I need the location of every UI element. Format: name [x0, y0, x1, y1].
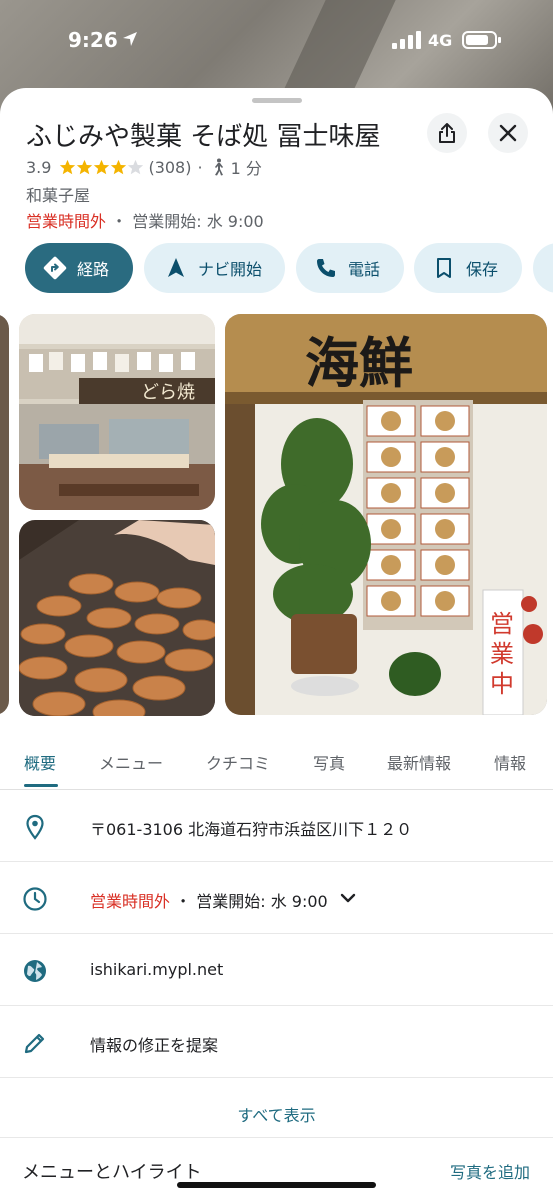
action-chips: 経路 ナビ開始 電話 保存	[25, 243, 553, 295]
tab-overview[interactable]: 概要	[24, 750, 56, 774]
share-button[interactable]	[427, 113, 467, 153]
home-indicator[interactable]	[177, 1182, 376, 1188]
tab-menu[interactable]: メニュー	[99, 750, 163, 774]
status-time: 9:26	[68, 28, 118, 52]
battery-icon	[462, 31, 501, 49]
suggest-edit-row[interactable]: 情報の修正を提案	[0, 1006, 553, 1078]
hours-row[interactable]: 営業時間外 ・ 営業開始: 水 9:00	[0, 862, 553, 934]
sheet-grabber[interactable]	[252, 98, 302, 103]
dorayaki-sign: どら焼	[141, 382, 195, 403]
website-link[interactable]: ishikari.mypl.net	[90, 960, 223, 979]
hours-summary[interactable]: 営業時間外 ・ 営業開始: 水 9:00	[26, 208, 264, 232]
photo-dorayaki[interactable]	[19, 520, 215, 716]
network-type: 4G	[428, 31, 453, 50]
tab-photos[interactable]: 写真	[313, 750, 345, 774]
open-sign: 営	[490, 610, 514, 638]
photo-shop-interior[interactable]: どら焼	[19, 314, 215, 510]
walk-time: 1 分	[230, 159, 262, 178]
shop-interior-image: どら焼	[19, 314, 215, 510]
star-icon	[60, 159, 76, 174]
navigate-button[interactable]: ナビ開始	[144, 243, 285, 293]
close-button[interactable]	[488, 113, 528, 153]
tab-updates[interactable]: 最新情報	[387, 750, 451, 774]
route-button[interactable]: 経路	[25, 243, 133, 293]
photo-storefront[interactable]: 海鮮 営 業 中	[225, 314, 547, 715]
call-label: 電話	[348, 260, 381, 279]
clock-icon	[23, 887, 47, 911]
chevron-down-icon[interactable]	[340, 892, 356, 904]
address-row[interactable]: 〒061-3106 北海道石狩市浜益区川下１２０	[0, 790, 553, 862]
open-sign-char: 業	[490, 640, 514, 668]
hours-text: 営業時間外 ・ 営業開始: 水 9:00	[90, 888, 328, 912]
section-title: メニューとハイライト	[22, 1162, 202, 1183]
star-icon	[77, 159, 93, 174]
hours-opening: 営業開始: 水 9:00	[196, 892, 328, 911]
separator-dot: ・	[175, 892, 192, 911]
share-icon	[439, 123, 455, 143]
star-icon	[94, 159, 110, 174]
navigate-label: ナビ開始	[198, 260, 263, 279]
star-icon	[111, 159, 127, 174]
directions-icon	[43, 256, 67, 280]
globe-icon	[24, 960, 46, 982]
location-arrow-icon	[123, 32, 137, 46]
open-sign-char: 中	[490, 670, 514, 698]
rating-row[interactable]: 3.9 (308) · 1 分	[26, 155, 262, 179]
bookmark-icon	[437, 258, 451, 278]
photo-gallery: どら焼 海鮮 営 業 中	[0, 314, 553, 716]
save-button[interactable]: 保存	[414, 243, 522, 293]
address-text: 〒061-3106 北海道石狩市浜益区川下１２０	[90, 820, 413, 839]
suggest-edit-text: 情報の修正を提案	[90, 1036, 219, 1055]
separator-dot: ·	[197, 157, 203, 177]
navigation-arrow-icon	[168, 258, 184, 277]
rating-value: 3.9	[26, 157, 52, 177]
place-category: 和菓子屋	[26, 186, 91, 205]
storefront-image: 海鮮 営 業 中	[225, 314, 547, 715]
save-label: 保存	[466, 260, 499, 279]
phone-icon	[317, 259, 335, 277]
closed-status: 営業時間外	[26, 212, 107, 231]
tab-about[interactable]: 情報	[494, 750, 526, 774]
active-tab-indicator	[24, 784, 58, 787]
website-row[interactable]: ishikari.mypl.net	[0, 934, 553, 1006]
place-title: ふじみや製菓 そば処 冨士味屋	[26, 122, 381, 152]
rating-stars	[59, 159, 144, 176]
storefront-sign: 海鮮	[305, 331, 413, 395]
status-bar: 9:26 4G	[0, 0, 553, 82]
review-count: (308)	[148, 157, 192, 177]
separator-dot: ・	[111, 212, 128, 231]
photo-thumbnail[interactable]	[0, 314, 9, 715]
close-icon	[499, 124, 517, 142]
walking-icon	[214, 158, 223, 176]
tab-bar: 概要 メニュー クチコミ 写真 最新情報 情報	[0, 740, 553, 790]
more-action-button[interactable]	[533, 243, 553, 293]
location-pin-icon	[26, 814, 44, 840]
star-empty-icon	[128, 159, 144, 174]
pencil-icon	[24, 1033, 45, 1054]
place-sheet: ふじみや製菓 そば処 冨士味屋 3.9 (308) · 1 分 和菓子屋 営業時…	[0, 88, 553, 1200]
call-button[interactable]: 電話	[296, 243, 404, 293]
route-label: 経路	[77, 260, 110, 279]
dorayaki-image	[19, 520, 215, 716]
show-all-link[interactable]: すべて表示	[0, 1092, 553, 1138]
tab-reviews[interactable]: クチコミ	[206, 750, 270, 774]
opening-time: 営業開始: 水 9:00	[132, 212, 264, 231]
signal-icon	[392, 31, 421, 49]
add-photo-link[interactable]: 写真を追加	[450, 1159, 530, 1183]
hours-closed-status: 営業時間外	[90, 892, 171, 911]
